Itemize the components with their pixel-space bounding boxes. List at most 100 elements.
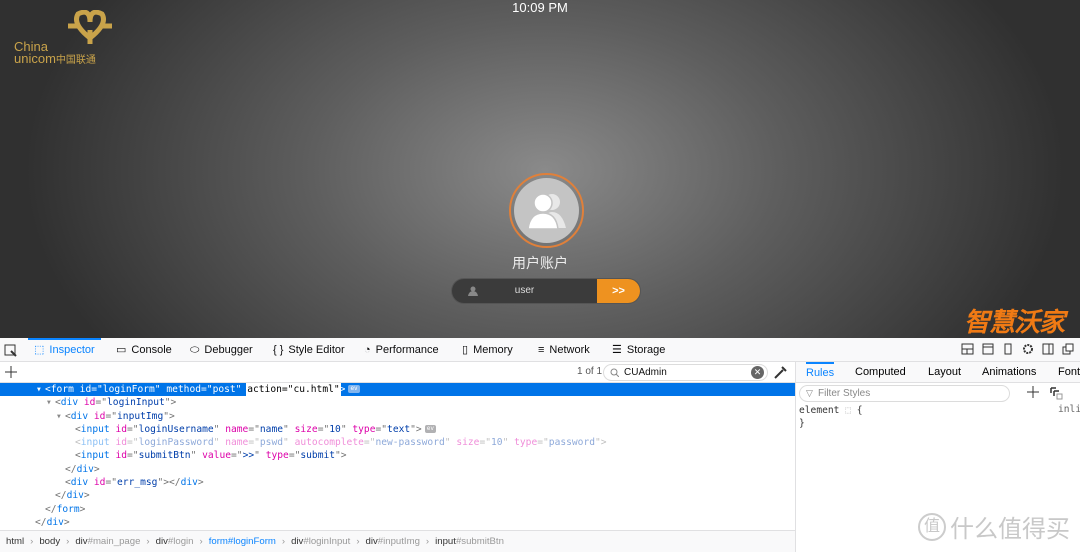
gear-icon[interactable]	[1022, 343, 1034, 355]
event-badge[interactable]: ev	[424, 424, 436, 433]
breadcrumb-item[interactable]: input#submitBtn	[435, 536, 504, 547]
breadcrumb-id: #login	[167, 536, 194, 547]
markup-token: loginInput	[107, 397, 165, 409]
tab-console[interactable]: ▭ Console	[116, 338, 172, 362]
breadcrumb-id: #loginInput	[303, 536, 351, 547]
tab-storage[interactable]: ☰ Storage	[612, 338, 665, 362]
tab-label: Network	[549, 344, 590, 356]
markup-tree: ▾ <form id="loginForm" method="post" acti…	[0, 383, 795, 530]
breadcrumb-tag: input	[435, 536, 456, 547]
markup-node[interactable]: <div id="err_msg"></div>	[0, 476, 795, 489]
markup-token: new-password	[375, 437, 445, 449]
markup-token: type	[352, 423, 376, 435]
markup-token: </	[65, 463, 77, 475]
editing-attribute[interactable]: action="cu.html"	[246, 383, 341, 396]
markup-token: </	[45, 503, 57, 515]
markup-token: ="	[95, 397, 108, 409]
selected-node[interactable]: ▾ <form id="loginForm" method="post" acti…	[0, 383, 795, 397]
add-node-icon[interactable]	[5, 366, 17, 378]
expand-toggle-icon[interactable]: ▾	[46, 396, 52, 409]
markup-token: id	[115, 450, 128, 462]
tab-label: Inspector	[49, 344, 95, 356]
router-login-page: 10:09 PM China unicom中国联通 用户账户 user >> 智…	[0, 0, 1080, 338]
event-badge[interactable]: ev	[348, 385, 360, 393]
markup-node[interactable]: </div>	[0, 516, 795, 529]
breadcrumb-tag: div	[365, 536, 378, 547]
eyedropper-icon[interactable]	[773, 366, 787, 379]
markup-node[interactable]: </div>	[0, 463, 795, 476]
breadcrumb-tag: div	[155, 536, 168, 547]
filter-styles-input[interactable]: ▽ Filter Styles	[799, 385, 1010, 402]
markup-token: ">	[164, 397, 177, 409]
breadcrumb-item[interactable]: body	[39, 536, 60, 547]
markup-node[interactable]: <input id="loginPassword" name="pswd" au…	[0, 436, 795, 449]
search-icon	[610, 368, 619, 377]
expand-toggle-icon[interactable]: ▾	[56, 410, 62, 423]
markup-node[interactable]: <input id="submitBtn" value=">>" type="s…	[0, 449, 795, 462]
markup-node[interactable]: ▾ <div id="loginInput">	[0, 396, 795, 409]
markup-node[interactable]: <input id="loginUsername" name="name" si…	[0, 423, 795, 436]
markup-node[interactable]: ▾ <div id="inputImg">	[0, 410, 795, 423]
breadcrumb-item[interactable]: div#loginInput	[291, 536, 350, 547]
breadcrumb-item[interactable]: div#inputImg	[366, 536, 420, 547]
rule-source: inline	[1058, 404, 1080, 415]
markup-token: text	[387, 423, 411, 435]
account-label: 用户账户	[512, 255, 568, 271]
markup-token: loginUsername	[138, 423, 214, 435]
tab-debugger[interactable]: ⬭ Debugger	[190, 338, 253, 362]
breadcrumb-item[interactable]: html	[6, 536, 24, 547]
clear-search-icon[interactable]: ✕	[751, 366, 764, 379]
markup-token: autocomplete	[294, 437, 364, 449]
expand-toggle-icon[interactable]: ▾	[36, 383, 42, 396]
responsive-design-icon[interactable]	[1002, 343, 1014, 355]
tab-inspector[interactable]: ⬚ Inspector	[28, 338, 101, 362]
markup-token: err_msg	[117, 477, 158, 489]
markup-token: <	[75, 437, 81, 449]
markup-token: "	[340, 423, 353, 435]
markup-token: size	[294, 423, 318, 435]
sidebar-tab-computed[interactable]: Computed	[855, 362, 906, 383]
chevron-right-icon: ›	[30, 536, 34, 547]
pick-element-icon[interactable]	[4, 344, 17, 357]
submit-button[interactable]: >>	[597, 279, 640, 303]
username-input[interactable]: user	[452, 279, 597, 303]
markup-token: div	[70, 477, 89, 489]
add-rule-icon[interactable]	[1027, 386, 1039, 398]
sidebar-toggle-icon[interactable]	[1042, 343, 1054, 355]
markup-token: ="	[201, 384, 213, 395]
markup-node[interactable]: </div>	[0, 489, 795, 502]
markup-token: "	[213, 437, 226, 449]
markup-token: input	[80, 437, 110, 449]
markup-token: </	[55, 490, 67, 502]
memory-icon: ▯	[462, 344, 469, 356]
sidebar-tab-animations[interactable]: Animations	[982, 362, 1036, 383]
performance-icon: ◔	[364, 344, 371, 356]
breadcrumb-item[interactable]: div#login	[156, 536, 194, 547]
markup-token: input	[80, 423, 110, 435]
sidebar-tab-rules[interactable]: Rules	[806, 362, 835, 383]
tab-network[interactable]: ≡ Network	[538, 338, 590, 362]
markup-token: ="	[248, 437, 260, 449]
markup-token: loginPassword	[138, 437, 214, 449]
breadcrumb-id: #main_page	[87, 536, 141, 547]
toggle-pseudo-class-icon[interactable]	[1049, 386, 1063, 400]
tab-label: Debugger	[204, 344, 253, 356]
dock-icon[interactable]	[961, 343, 974, 355]
breadcrumb-item[interactable]: form#loginForm	[209, 536, 276, 547]
sidebar-tab-layout[interactable]: Layout	[928, 362, 961, 383]
tab-performance[interactable]: ◔ Performance	[364, 338, 439, 362]
split-console-icon[interactable]	[982, 343, 994, 355]
tab-style-editor[interactable]: { } Style Editor	[273, 338, 345, 362]
breadcrumb-tag: div	[291, 536, 304, 547]
breadcrumb: html › body › div#main_page › div#login › form#l…	[0, 530, 795, 552]
separate-window-icon[interactable]	[1062, 343, 1074, 355]
breadcrumb-item[interactable]: div#main_page	[75, 536, 140, 547]
tab-memory[interactable]: ▯ Memory	[462, 338, 513, 362]
markup-token: ">	[335, 450, 347, 462]
sidebar-tab-fonts[interactable]: Fonts	[1058, 362, 1080, 383]
breadcrumb-tag: body	[39, 536, 61, 547]
search-html-input[interactable]: CUAdmin ✕	[603, 364, 768, 381]
breadcrumb-id: #inputImg	[377, 536, 420, 547]
markup-node[interactable]: </form>	[0, 503, 795, 516]
markup-token: submit	[300, 450, 336, 462]
